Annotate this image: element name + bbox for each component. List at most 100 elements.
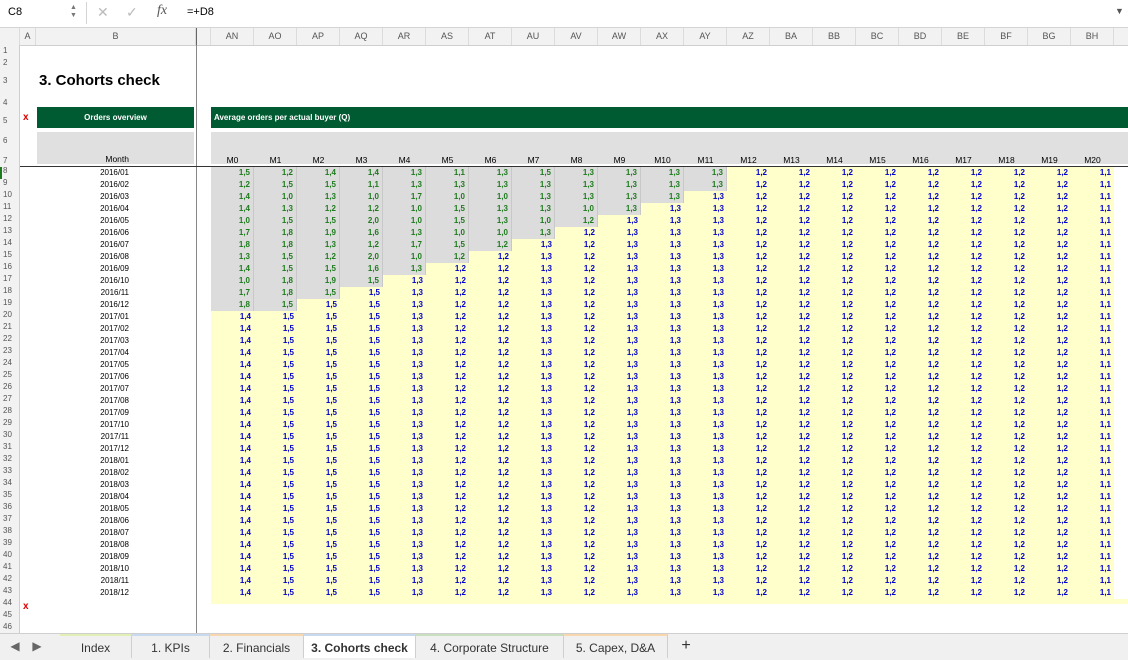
- data-cell[interactable]: 1,2: [942, 179, 985, 191]
- data-cell[interactable]: 1,5: [254, 515, 297, 527]
- data-cell[interactable]: 1,2: [985, 203, 1028, 215]
- data-cell[interactable]: 1,2: [856, 551, 899, 563]
- data-cell[interactable]: 1,3: [598, 491, 641, 503]
- data-cell[interactable]: 1,2: [813, 359, 856, 371]
- data-cell[interactable]: 1,2: [856, 587, 899, 599]
- data-cell[interactable]: 1,2: [426, 311, 469, 323]
- data-cell[interactable]: 1,2: [942, 467, 985, 479]
- data-cell[interactable]: 1,3: [383, 575, 426, 587]
- data-cell[interactable]: 1,2: [1028, 575, 1071, 587]
- data-cell[interactable]: 1,3: [641, 263, 684, 275]
- data-cell[interactable]: 1,8: [211, 239, 254, 251]
- data-cell[interactable]: 1,1: [1071, 395, 1114, 407]
- data-cell[interactable]: 1,5: [340, 539, 383, 551]
- data-cell[interactable]: 1,6: [340, 227, 383, 239]
- data-cell[interactable]: 1,2: [469, 455, 512, 467]
- data-cell[interactable]: 1,2: [813, 431, 856, 443]
- data-cell[interactable]: 1,1: [1071, 575, 1114, 587]
- data-cell[interactable]: 1,2: [899, 443, 942, 455]
- data-cell[interactable]: 1,2: [942, 527, 985, 539]
- data-cell[interactable]: 1,2: [1028, 251, 1071, 263]
- data-cell[interactable]: 1,3: [598, 203, 641, 215]
- data-cell[interactable]: 1,2: [426, 371, 469, 383]
- data-cell[interactable]: 1,2: [856, 347, 899, 359]
- data-cell[interactable]: 1,1: [1071, 431, 1114, 443]
- data-cell[interactable]: 1,4: [211, 407, 254, 419]
- data-cell[interactable]: 1,3: [684, 359, 727, 371]
- data-cell[interactable]: 1,3: [383, 167, 426, 179]
- data-cell[interactable]: 1,8: [254, 227, 297, 239]
- data-cell[interactable]: 1,2: [856, 455, 899, 467]
- data-cell[interactable]: 1,5: [297, 575, 340, 587]
- data-cell[interactable]: 1,5: [254, 431, 297, 443]
- data-cell[interactable]: 1,0: [211, 215, 254, 227]
- data-cell[interactable]: 1,2: [813, 167, 856, 179]
- data-cell[interactable]: 1,2: [1028, 191, 1071, 203]
- data-cell[interactable]: 1,2: [727, 203, 770, 215]
- data-cell[interactable]: 1,2: [985, 239, 1028, 251]
- data-cell[interactable]: 1,2: [727, 407, 770, 419]
- data-cell[interactable]: 1,3: [383, 395, 426, 407]
- data-cell[interactable]: 1,3: [598, 335, 641, 347]
- data-cell[interactable]: 1,2: [1028, 263, 1071, 275]
- data-cell[interactable]: 1,2: [770, 335, 813, 347]
- data-cell[interactable]: 1,2: [856, 491, 899, 503]
- data-cell[interactable]: 1,2: [426, 467, 469, 479]
- data-cell[interactable]: 1,9: [297, 227, 340, 239]
- data-cell[interactable]: 1,2: [942, 275, 985, 287]
- data-cell[interactable]: 1,2: [856, 215, 899, 227]
- data-cell[interactable]: 1,5: [297, 587, 340, 599]
- data-cell[interactable]: 1,3: [512, 419, 555, 431]
- data-cell[interactable]: 1,5: [340, 587, 383, 599]
- data-cell[interactable]: 1,3: [598, 311, 641, 323]
- data-cell[interactable]: 1,2: [469, 491, 512, 503]
- data-cell[interactable]: 1,5: [297, 371, 340, 383]
- data-cell[interactable]: 1,2: [1028, 179, 1071, 191]
- data-cell[interactable]: 1,2: [426, 323, 469, 335]
- data-cell[interactable]: 1,2: [813, 527, 856, 539]
- data-cell[interactable]: 1,2: [469, 395, 512, 407]
- data-cell[interactable]: 1,3: [641, 563, 684, 575]
- data-cell[interactable]: 1,2: [297, 203, 340, 215]
- data-cell[interactable]: 1,3: [641, 215, 684, 227]
- data-cell[interactable]: 1,2: [1028, 407, 1071, 419]
- data-cell[interactable]: 1,2: [942, 563, 985, 575]
- data-cell[interactable]: 1,2: [727, 179, 770, 191]
- data-cell[interactable]: 1,3: [512, 203, 555, 215]
- data-cell[interactable]: 1,3: [684, 443, 727, 455]
- data-cell[interactable]: 1,1: [1071, 251, 1114, 263]
- data-cell[interactable]: 1,4: [211, 359, 254, 371]
- data-cell[interactable]: 1,2: [985, 455, 1028, 467]
- data-cell[interactable]: 1,5: [340, 395, 383, 407]
- data-cell[interactable]: 1,2: [985, 527, 1028, 539]
- data-cell[interactable]: 1,2: [555, 515, 598, 527]
- data-cell[interactable]: 1,5: [297, 395, 340, 407]
- data-cell[interactable]: 1,2: [426, 287, 469, 299]
- data-cell[interactable]: 1,2: [727, 311, 770, 323]
- data-cell[interactable]: 1,5: [254, 539, 297, 551]
- data-cell[interactable]: 1,2: [899, 167, 942, 179]
- data-cell[interactable]: 1,2: [770, 539, 813, 551]
- data-cell[interactable]: 1,2: [727, 491, 770, 503]
- data-cell[interactable]: 1,2: [770, 215, 813, 227]
- sheet-tab-4[interactable]: 4. Corporate Structure: [416, 634, 564, 658]
- data-cell[interactable]: 1,2: [426, 443, 469, 455]
- data-cell[interactable]: 1,8: [254, 239, 297, 251]
- data-cell[interactable]: 1,3: [598, 395, 641, 407]
- data-cell[interactable]: 1,5: [254, 503, 297, 515]
- data-cell[interactable]: 1,2: [985, 479, 1028, 491]
- data-cell[interactable]: 1,3: [598, 287, 641, 299]
- data-cell[interactable]: 1,2: [899, 539, 942, 551]
- data-cell[interactable]: 1,3: [383, 455, 426, 467]
- data-cell[interactable]: 1,2: [727, 539, 770, 551]
- data-cell[interactable]: 1,3: [684, 467, 727, 479]
- data-cell[interactable]: 1,3: [555, 179, 598, 191]
- data-cell[interactable]: 1,5: [254, 575, 297, 587]
- data-cell[interactable]: 1,2: [856, 359, 899, 371]
- data-cell[interactable]: 1,3: [383, 323, 426, 335]
- data-cell[interactable]: 1,2: [985, 335, 1028, 347]
- data-cell[interactable]: 1,3: [555, 167, 598, 179]
- data-cell[interactable]: 1,2: [770, 227, 813, 239]
- data-cell[interactable]: 1,2: [985, 431, 1028, 443]
- data-cell[interactable]: 1,0: [340, 191, 383, 203]
